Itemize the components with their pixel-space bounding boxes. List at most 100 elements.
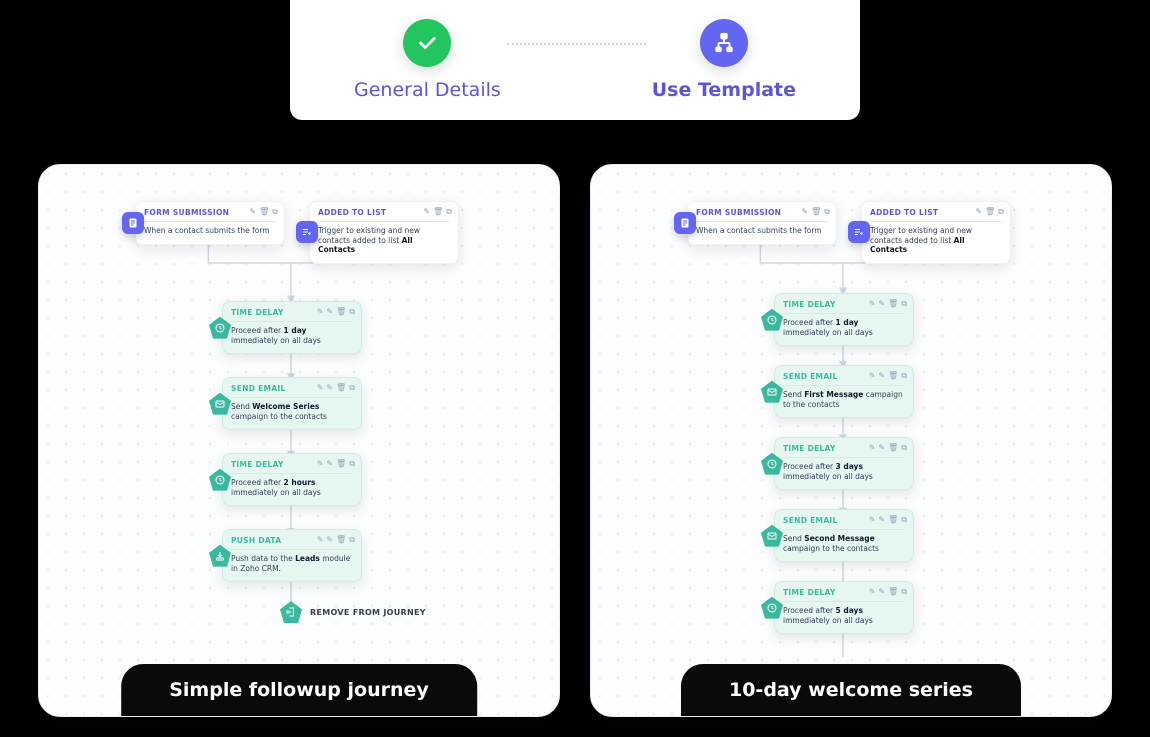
edit-icon[interactable]: ✎ [317,459,324,469]
copy-icon[interactable]: ✎ [326,307,333,317]
more-icon[interactable]: ⧉ [998,207,1004,217]
copy-icon[interactable]: ✎ [878,371,885,381]
node-tools: ✎✎🗑⧉ [317,383,355,393]
mail-icon [209,393,231,415]
node-tools: ✎✎🗑⧉ [869,587,907,597]
copy-icon[interactable]: ✎ [878,299,885,309]
edit-icon[interactable]: ✎ [317,535,324,545]
edit-icon[interactable]: ✎ [249,207,256,217]
more-icon[interactable]: ⧉ [824,207,830,217]
delete-icon[interactable]: 🗑 [888,443,898,453]
node-body: Send Welcome Series campaign to the cont… [231,402,353,421]
node-tools: ✎🗑⧉ [801,207,830,217]
clock-icon [761,597,783,619]
more-icon[interactable]: ⧉ [272,207,278,217]
node-body: Proceed after 1 day immediately on all d… [231,326,353,345]
action-send-email[interactable]: ✎✎🗑⧉ SEND EMAIL Send Welcome Series camp… [222,377,362,430]
more-icon[interactable]: ⧉ [901,299,907,309]
action-time-delay[interactable]: ✎✎🗑⧉ TIME DELAY Proceed after 2 hours im… [222,453,362,506]
action-time-delay[interactable]: ✎✎🗑⧉ TIME DELAY Proceed after 5 days imm… [774,581,914,634]
trigger-form-submission[interactable]: ✎🗑⧉ FORM SUBMISSION When a contact submi… [687,201,837,245]
template-title-pill: 10-day welcome series [681,664,1021,717]
template-card-10day-welcome[interactable]: ✎🗑⧉ FORM SUBMISSION When a contact submi… [590,164,1112,717]
edit-icon[interactable]: ✎ [869,587,876,597]
node-tools: ✎✎🗑⧉ [869,443,907,453]
template-card-simple-followup[interactable]: ✎🗑⧉ FORM SUBMISSION When a contact submi… [38,164,560,717]
copy-icon[interactable]: ✎ [326,535,333,545]
edit-icon[interactable]: ✎ [869,299,876,309]
copy-icon[interactable]: ✎ [326,459,333,469]
delete-icon[interactable]: 🗑 [888,587,898,597]
edit-icon[interactable]: ✎ [869,371,876,381]
edit-icon[interactable]: ✎ [317,383,324,393]
delete-icon[interactable]: 🗑 [336,307,346,317]
node-body: Trigger to existing and new contacts add… [318,226,450,254]
action-push-data[interactable]: ✎✎🗑⧉ PUSH DATA Push data to the Leads mo… [222,529,362,582]
delete-icon[interactable]: 🗑 [888,515,898,525]
delete-icon[interactable]: 🗑 [888,371,898,381]
trigger-added-to-list[interactable]: ✎🗑⧉ ADDED TO LIST Trigger to existing an… [309,201,459,264]
action-send-email[interactable]: ✎✎🗑⧉ SEND EMAIL Send Second Message camp… [774,509,914,562]
delete-icon[interactable]: 🗑 [811,207,821,217]
edit-icon[interactable]: ✎ [317,307,324,317]
step-label: Use Template [652,79,796,101]
flowchart-icon [700,19,748,67]
more-icon[interactable]: ⧉ [349,535,355,545]
action-time-delay[interactable]: ✎✎🗑⧉ TIME DELAY Proceed after 1 day imme… [774,293,914,346]
edit-icon[interactable]: ✎ [869,515,876,525]
template-title-pill: Simple followup journey [121,664,477,717]
edit-icon[interactable]: ✎ [423,207,430,217]
more-icon[interactable]: ⧉ [901,371,907,381]
clock-icon [209,317,231,339]
more-icon[interactable]: ⧉ [446,207,452,217]
delete-icon[interactable]: 🗑 [433,207,443,217]
delete-icon[interactable]: 🗑 [336,459,346,469]
step-label: General Details [354,79,501,101]
edit-icon[interactable]: ✎ [869,443,876,453]
node-tools: ✎✎🗑⧉ [317,535,355,545]
delete-icon[interactable]: 🗑 [259,207,269,217]
node-body: When a contact submits the form [696,226,828,235]
flow-connectors [39,165,559,716]
node-tools: ✎🗑⧉ [975,207,1004,217]
copy-icon[interactable]: ✎ [878,587,885,597]
delete-icon[interactable]: 🗑 [336,535,346,545]
step-use-template[interactable]: Use Template [652,19,796,101]
trigger-form-submission[interactable]: ✎🗑⧉ FORM SUBMISSION When a contact submi… [135,201,285,245]
node-tools: ✎✎🗑⧉ [869,515,907,525]
clock-icon [209,469,231,491]
more-icon[interactable]: ⧉ [901,443,907,453]
node-body: Trigger to existing and new contacts add… [870,226,1002,254]
edit-icon[interactable]: ✎ [975,207,982,217]
stepper-connector [507,43,646,45]
node-body: Proceed after 1 day immediately on all d… [783,318,905,337]
form-icon [674,212,696,234]
action-send-email[interactable]: ✎✎🗑⧉ SEND EMAIL Send First Message campa… [774,365,914,418]
check-circle-icon [403,19,451,67]
copy-icon[interactable]: ✎ [878,443,885,453]
trigger-added-to-list[interactable]: ✎🗑⧉ ADDED TO LIST Trigger to existing an… [861,201,1011,264]
stepper-banner: General Details Use Template [290,0,860,120]
node-tools: ✎🗑⧉ [249,207,278,217]
more-icon[interactable]: ⧉ [349,459,355,469]
more-icon[interactable]: ⧉ [901,515,907,525]
more-icon[interactable]: ⧉ [349,383,355,393]
more-icon[interactable]: ⧉ [901,587,907,597]
edit-icon[interactable]: ✎ [801,207,808,217]
terminal-remove-from-journey[interactable]: REMOVE FROM JOURNEY [280,601,426,623]
copy-icon[interactable]: ✎ [878,515,885,525]
action-time-delay[interactable]: ✎✎🗑⧉ TIME DELAY Proceed after 1 day imme… [222,301,362,354]
node-body: Send First Message campaign to the conta… [783,390,905,409]
push-icon [209,545,231,567]
more-icon[interactable]: ⧉ [349,307,355,317]
clock-icon [761,309,783,331]
delete-icon[interactable]: 🗑 [336,383,346,393]
delete-icon[interactable]: 🗑 [985,207,995,217]
step-general-details[interactable]: General Details [354,19,501,101]
delete-icon[interactable]: 🗑 [888,299,898,309]
node-tools: ✎✎🗑⧉ [869,371,907,381]
copy-icon[interactable]: ✎ [326,383,333,393]
action-time-delay[interactable]: ✎✎🗑⧉ TIME DELAY Proceed after 3 days imm… [774,437,914,490]
exit-icon [280,601,302,623]
node-tools: ✎✎🗑⧉ [869,299,907,309]
